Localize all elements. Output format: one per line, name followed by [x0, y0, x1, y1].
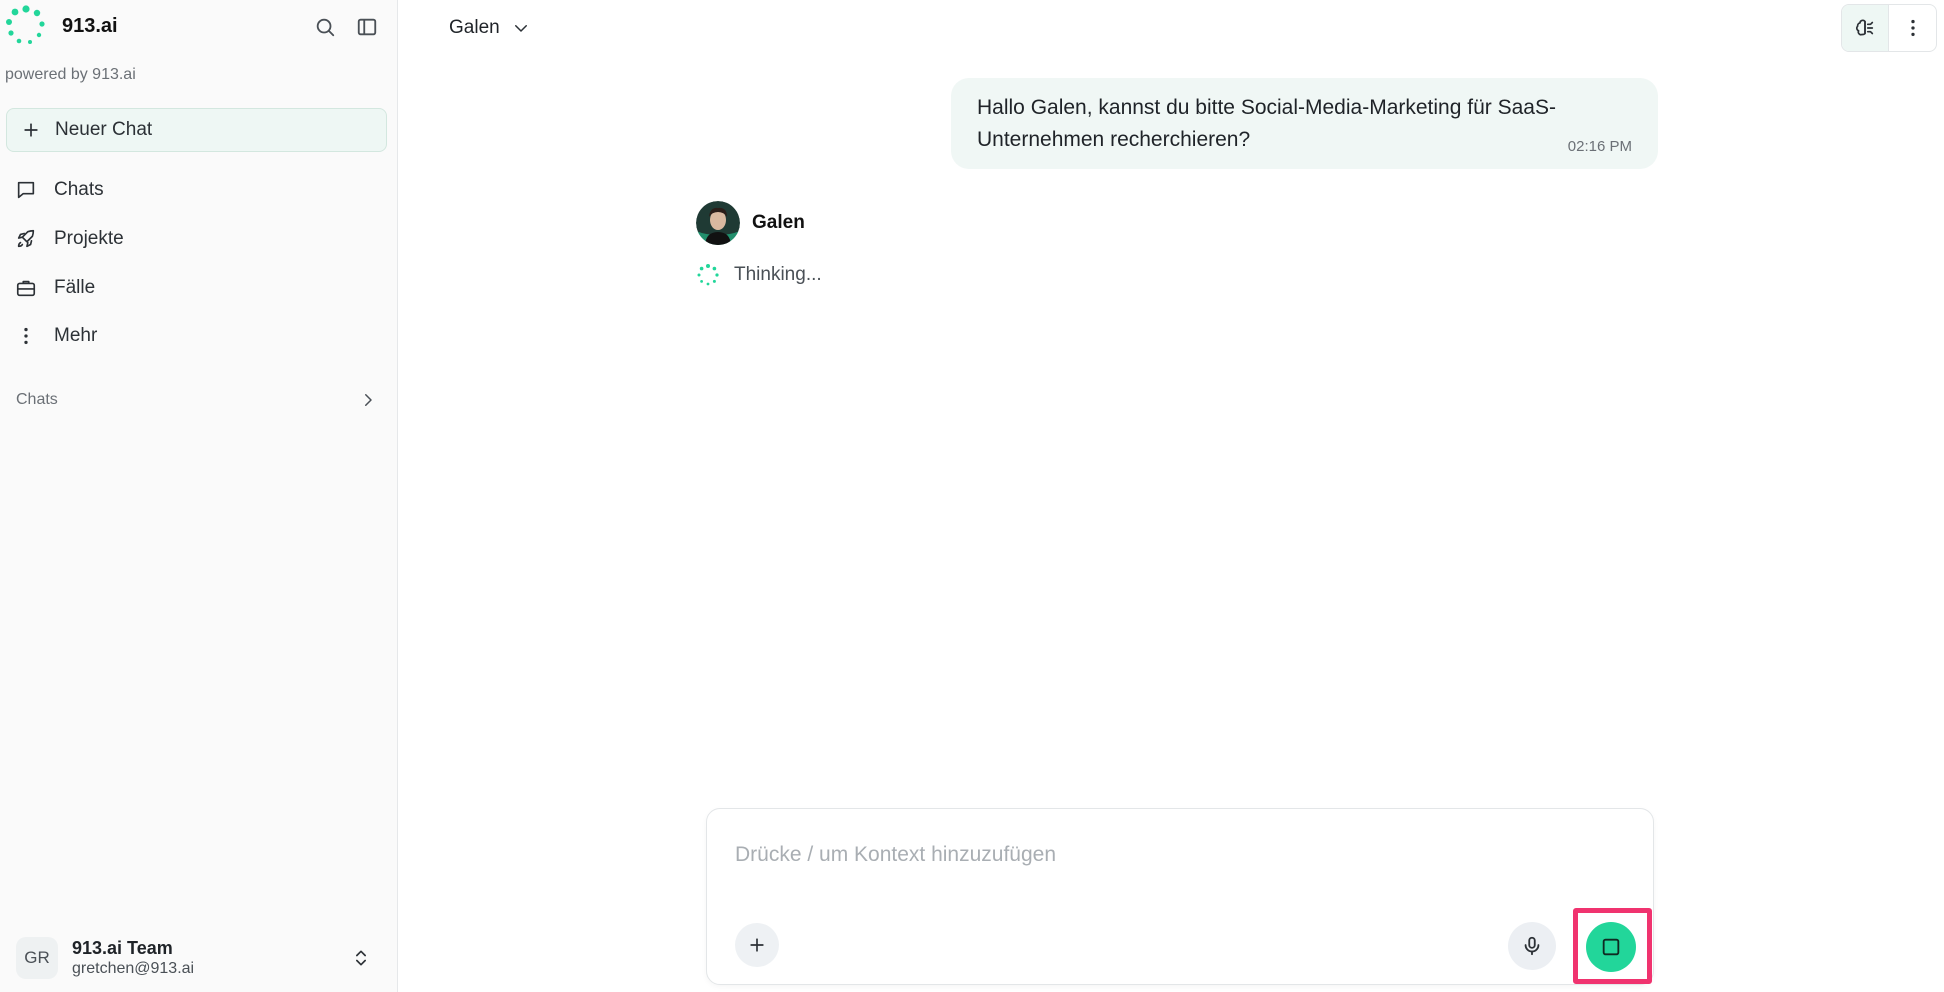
- vertical-dots-icon: [14, 324, 38, 348]
- brain-toggle-button[interactable]: [1842, 5, 1890, 51]
- sidebar-item-projects[interactable]: Projekte: [6, 219, 387, 259]
- agent-name: Galen: [752, 212, 805, 233]
- sidebar-item-chats[interactable]: Chats: [6, 170, 387, 210]
- sidebar-item-label: Chats: [54, 179, 104, 200]
- loading-spinner-icon: [697, 264, 719, 286]
- sidebar-item-label: Mehr: [54, 325, 98, 346]
- search-icon: [316, 18, 335, 37]
- agent-message-header: Galen: [696, 201, 805, 245]
- sidebar-item-cases[interactable]: Fälle: [6, 268, 387, 308]
- header-actions: [1841, 4, 1937, 52]
- sidebar-header: 913.ai: [0, 0, 398, 56]
- new-chat-label: Neuer Chat: [55, 119, 153, 140]
- add-context-button[interactable]: [735, 923, 779, 967]
- plus-icon: [19, 118, 43, 142]
- toggle-sidebar-button[interactable]: [351, 11, 383, 43]
- message-timestamp: 02:16 PM: [1567, 138, 1632, 155]
- agent-avatar: [696, 201, 740, 245]
- more-options-button[interactable]: [1889, 5, 1936, 51]
- chevron-right-icon: [365, 394, 372, 406]
- app-window: 913.ai powered by 913.ai Neuer Chat Chat…: [0, 0, 1944, 992]
- powered-by-text: powered by 913.ai: [5, 66, 136, 83]
- thinking-status-text: Thinking...: [734, 264, 822, 285]
- agent-thinking-indicator: Thinking...: [696, 263, 822, 287]
- kebab-menu-icon: [1910, 19, 1915, 37]
- user-info: 913.ai Team gretchen@913.ai: [72, 937, 194, 979]
- stop-square-icon: [1602, 938, 1620, 956]
- brand-name: 913.ai: [62, 15, 118, 37]
- logo-icon: [6, 5, 45, 44]
- rocket-icon: [14, 227, 38, 251]
- chevron-down-icon: [514, 25, 527, 32]
- message-input[interactable]: [735, 839, 1615, 871]
- sidebar-toggle-icon: [357, 18, 377, 36]
- briefcase-icon: [14, 276, 38, 300]
- chat-main: Galen Hallo Galen, kannst du bitte Socia…: [399, 0, 1944, 992]
- user-message-text: Hallo Galen, kannst du bitte Social-Medi…: [977, 96, 1556, 151]
- new-chat-button[interactable]: Neuer Chat: [6, 108, 387, 152]
- user-email: gretchen@913.ai: [72, 960, 195, 977]
- microphone-icon: [1524, 936, 1540, 956]
- sidebar-item-more[interactable]: Mehr: [6, 316, 387, 356]
- chat-bubble-icon: [14, 178, 38, 202]
- stop-generation-button[interactable]: [1586, 922, 1636, 972]
- agent-selector-label: Galen: [449, 17, 500, 38]
- brain-icon: [1855, 19, 1874, 36]
- search-button[interactable]: [309, 11, 341, 43]
- user-message-bubble: Hallo Galen, kannst du bitte Social-Medi…: [951, 78, 1658, 169]
- chats-section-label: Chats: [16, 391, 58, 408]
- voice-input-button[interactable]: [1508, 922, 1556, 970]
- plus-icon: [750, 938, 764, 952]
- sidebar-item-label: Fälle: [54, 277, 96, 298]
- message-composer: [706, 808, 1654, 985]
- sidebar: 913.ai powered by 913.ai Neuer Chat Chat…: [0, 0, 398, 992]
- sidebar-item-label: Projekte: [54, 228, 124, 249]
- user-account-switcher[interactable]: GR 913.ai Team gretchen@913.ai: [6, 930, 387, 986]
- chevron-up-down-icon: [349, 946, 373, 970]
- user-name: 913.ai Team: [72, 938, 173, 958]
- chats-section-toggle[interactable]: Chats: [6, 382, 387, 418]
- avatar: GR: [16, 937, 58, 979]
- agent-selector[interactable]: Galen: [449, 12, 530, 44]
